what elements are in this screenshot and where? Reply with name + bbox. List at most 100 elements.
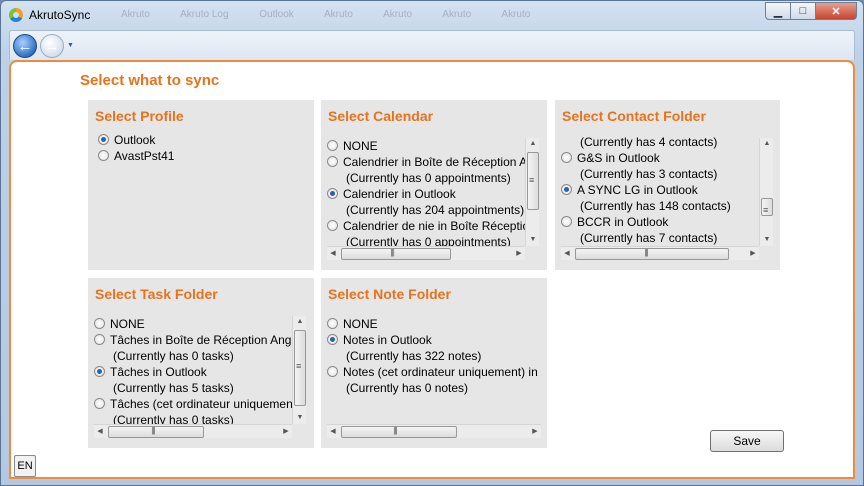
maximize-button[interactable]: □ [790, 2, 816, 20]
radio-unchecked-icon[interactable] [94, 398, 105, 409]
task-option-label: Tâches in Boîte de Réception Ange [110, 333, 292, 347]
scroll-up-icon[interactable]: ▲ [293, 316, 307, 328]
radio-checked-icon[interactable] [561, 184, 572, 195]
scroll-right-icon[interactable]: ▶ [529, 425, 541, 439]
radio-checked-icon[interactable] [327, 188, 338, 199]
ghost-tab: Outlook [259, 9, 294, 20]
radio-unchecked-icon[interactable] [327, 318, 338, 329]
close-button[interactable]: ✕ [815, 2, 857, 20]
note-list: NONE Notes in Outlook (Currently has 322… [327, 316, 541, 426]
contact-option-label: G&S in Outlook [577, 151, 660, 165]
forward-arrow-icon[interactable]: → [40, 34, 64, 58]
calendar-option[interactable]: Calendrier in Boîte de Réception A [327, 154, 525, 170]
radio-unchecked-icon[interactable] [98, 150, 109, 161]
calendar-option-label: NONE [343, 139, 378, 153]
scroll-left-icon[interactable]: ◀ [327, 425, 339, 439]
radio-checked-icon[interactable] [327, 334, 338, 345]
calendar-option-label: Calendrier de nie in Boîte Réceptio [343, 219, 525, 233]
title-bar[interactable]: AkrutoSync Akruto Akruto Log Outlook Akr… [1, 1, 863, 29]
calendar-vertical-scrollbar[interactable]: ▲ ▼ [525, 138, 539, 246]
ghost-tab: Akruto [324, 9, 353, 20]
calendar-list: NONE Calendrier in Boîte de Réception A … [327, 138, 525, 248]
calendar-option[interactable]: NONE [327, 138, 378, 154]
background-window-tabs: Akruto Akruto Log Outlook Akruto Akruto … [121, 9, 558, 20]
radio-unchecked-icon[interactable] [327, 140, 338, 151]
note-option-label: NONE [343, 317, 378, 331]
task-horizontal-scrollbar[interactable]: ◀ ▶ [94, 424, 292, 438]
contact-list: (Currently has 4 contacts) G&S in Outloo… [561, 134, 759, 246]
scroll-thumb[interactable] [575, 248, 729, 260]
scroll-thumb[interactable] [108, 426, 204, 438]
ghost-tab: Akruto [121, 9, 150, 20]
scroll-thumb[interactable] [527, 152, 539, 210]
note-option-label: Notes (cet ordinateur uniquement) in [343, 365, 538, 379]
scroll-thumb[interactable] [761, 198, 773, 216]
contact-option[interactable]: G&S in Outlook [561, 150, 660, 166]
ghost-tab: Akruto Log [180, 9, 229, 20]
task-panel: Select Task Folder NONE Tâches in Boîte … [88, 278, 314, 448]
scroll-right-icon[interactable]: ▶ [513, 247, 525, 261]
radio-unchecked-icon[interactable] [327, 156, 338, 167]
save-button[interactable]: Save [710, 430, 784, 452]
profile-panel-title: Select Profile [95, 108, 184, 124]
note-option[interactable]: Notes (cet ordinateur uniquement) in [327, 364, 538, 380]
history-dropdown-icon[interactable]: ▼ [67, 42, 74, 49]
task-option[interactable]: NONE [94, 316, 145, 332]
scroll-down-icon[interactable]: ▼ [526, 234, 540, 246]
minimize-button[interactable]: ▁ [765, 2, 791, 20]
contact-option[interactable]: A SYNC LG in Outlook [561, 182, 698, 198]
scroll-up-icon[interactable]: ▲ [526, 138, 540, 150]
radio-unchecked-icon[interactable] [561, 216, 572, 227]
scroll-right-icon[interactable]: ▶ [280, 425, 292, 439]
task-option-label: NONE [110, 317, 145, 331]
contact-item-count: (Currently has 3 contacts) [580, 167, 718, 181]
scroll-thumb[interactable] [341, 248, 451, 260]
note-horizontal-scrollbar[interactable]: ◀ ▶ [327, 424, 541, 438]
task-item-count: (Currently has 5 tasks) [113, 381, 234, 395]
scroll-thumb[interactable] [341, 426, 457, 438]
contact-item-count: (Currently has 148 contacts) [580, 199, 731, 213]
radio-unchecked-icon[interactable] [327, 220, 338, 231]
language-button[interactable]: EN [14, 455, 36, 477]
scroll-down-icon[interactable]: ▼ [760, 234, 774, 246]
navigation-bar: ← → ▼ [9, 30, 855, 60]
contact-vertical-scrollbar[interactable]: ▲ ▼ [759, 138, 773, 246]
calendar-item-count: (Currently has 0 appointments) [346, 171, 511, 185]
scroll-down-icon[interactable]: ▼ [293, 412, 307, 424]
calendar-option[interactable]: Calendrier in Outlook [327, 186, 456, 202]
scroll-left-icon[interactable]: ◀ [561, 247, 573, 261]
note-option-label: Notes in Outlook [343, 333, 432, 347]
calendar-panel-title: Select Calendar [328, 108, 434, 124]
scroll-right-icon[interactable]: ▶ [747, 247, 759, 261]
scroll-left-icon[interactable]: ◀ [94, 425, 106, 439]
task-vertical-scrollbar[interactable]: ▲ ▼ [292, 316, 306, 424]
profile-option[interactable]: AvastPst41 [98, 148, 174, 164]
task-option[interactable]: Tâches in Boîte de Réception Ange [94, 332, 292, 348]
contact-horizontal-scrollbar[interactable]: ◀ ▶ [561, 246, 759, 260]
radio-unchecked-icon[interactable] [561, 152, 572, 163]
contact-item-count: (Currently has 7 contacts) [580, 231, 718, 245]
scroll-up-icon[interactable]: ▲ [760, 138, 774, 150]
task-item-count: (Currently has 0 tasks) [113, 349, 234, 363]
note-option[interactable]: Notes in Outlook [327, 332, 432, 348]
calendar-option-label: Calendrier in Boîte de Réception A [343, 155, 525, 169]
calendar-horizontal-scrollbar[interactable]: ◀ ▶ [327, 246, 525, 260]
task-option[interactable]: Tâches in Outlook [94, 364, 207, 380]
radio-unchecked-icon[interactable] [94, 318, 105, 329]
app-window: AkrutoSync Akruto Akruto Log Outlook Akr… [0, 0, 864, 486]
radio-checked-icon[interactable] [98, 134, 109, 145]
calendar-option[interactable]: Calendrier de nie in Boîte Réceptio [327, 218, 525, 234]
contact-panel-title: Select Contact Folder [562, 108, 706, 124]
scroll-left-icon[interactable]: ◀ [327, 247, 339, 261]
back-arrow-icon[interactable]: ← [13, 34, 37, 58]
profile-option[interactable]: Outlook [98, 132, 155, 148]
calendar-item-count: (Currently has 204 appointments) [346, 203, 525, 217]
radio-unchecked-icon[interactable] [327, 366, 338, 377]
contact-option[interactable]: BCCR in Outlook [561, 214, 668, 230]
radio-unchecked-icon[interactable] [94, 334, 105, 345]
sync-content: Select what to sync Select Profile Outlo… [9, 60, 855, 479]
note-option[interactable]: NONE [327, 316, 378, 332]
task-option[interactable]: Tâches (cet ordinateur uniquemen [94, 396, 292, 412]
radio-checked-icon[interactable] [94, 366, 105, 377]
scroll-thumb[interactable] [294, 330, 306, 406]
